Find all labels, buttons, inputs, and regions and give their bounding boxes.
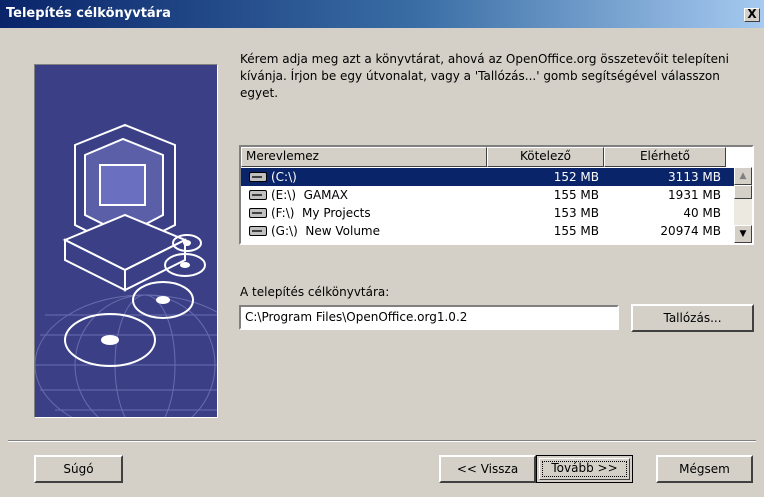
install-path-input[interactable]: C:\Program Files\OpenOffice.org1.0.2 — [239, 305, 619, 330]
drive-name: (C:\) — [271, 170, 297, 184]
cancel-button[interactable]: Mégsem — [656, 455, 753, 483]
drive-available: 1931 MB — [668, 188, 721, 202]
drive-list[interactable]: Merevlemez Kötelező Elérhető (C:\) 152 M… — [239, 145, 754, 245]
drive-required: 155 MB — [553, 188, 599, 202]
browse-button[interactable]: Tallózás... — [631, 304, 754, 332]
computer-disc-graphic — [35, 123, 217, 417]
computer-illustration — [34, 64, 218, 418]
drive-required: 153 MB — [553, 206, 599, 220]
drive-available: 40 MB — [683, 206, 721, 220]
drive-row[interactable]: (F:\) My Projects 153 MB 40 MB — [241, 204, 734, 222]
close-button[interactable]: X — [744, 8, 760, 22]
install-path-label: A telepítés célkönyvtára: — [240, 285, 390, 299]
setup-dialog: Telepítés célkönyvtára X Kérem adja meg … — [0, 0, 764, 497]
drive-required: 152 MB — [553, 170, 599, 184]
column-header-drive[interactable]: Merevlemez — [241, 147, 487, 167]
next-button-label: Tovább >> — [551, 461, 618, 475]
column-header-required[interactable]: Kötelező — [487, 147, 604, 167]
drive-row[interactable]: (E:\) GAMAX 155 MB 1931 MB — [241, 186, 734, 204]
back-button[interactable]: << Vissza — [439, 455, 536, 483]
drive-name: (F:\) My Projects — [271, 206, 371, 220]
drive-available: 3113 MB — [668, 170, 721, 184]
drive-available: 20974 MB — [660, 224, 721, 238]
column-header-available[interactable]: Elérhető — [604, 147, 726, 167]
drive-list-header: Merevlemez Kötelező Elérhető — [241, 147, 734, 167]
close-icon: X — [747, 7, 757, 21]
drive-list-scrollbar[interactable]: ▲ ▼ — [734, 167, 752, 243]
scroll-down-icon[interactable]: ▼ — [734, 225, 752, 243]
scroll-up-icon[interactable]: ▲ — [734, 167, 752, 185]
next-button[interactable]: Tovább >> — [536, 455, 633, 483]
hard-drive-icon — [249, 190, 267, 200]
hard-drive-icon — [249, 226, 267, 236]
drive-row[interactable]: (G:\) New Volume 155 MB 20974 MB — [241, 222, 734, 240]
instructions-text: Kérem adja meg azt a könyvtárat, ahová a… — [240, 52, 729, 100]
hard-drive-icon — [249, 208, 267, 218]
window-title: Telepítés célkönyvtára — [6, 6, 171, 21]
drive-name: (E:\) GAMAX — [271, 188, 348, 202]
drive-name: (G:\) New Volume — [271, 224, 380, 238]
button-separator — [8, 440, 756, 442]
scroll-thumb[interactable] — [734, 185, 752, 199]
hard-drive-icon — [249, 172, 267, 182]
drive-required: 155 MB — [553, 224, 599, 238]
help-button[interactable]: Súgó — [34, 455, 123, 483]
drive-row[interactable]: (C:\) 152 MB 3113 MB — [241, 168, 734, 186]
title-bar[interactable]: Telepítés célkönyvtára X — [0, 0, 764, 28]
